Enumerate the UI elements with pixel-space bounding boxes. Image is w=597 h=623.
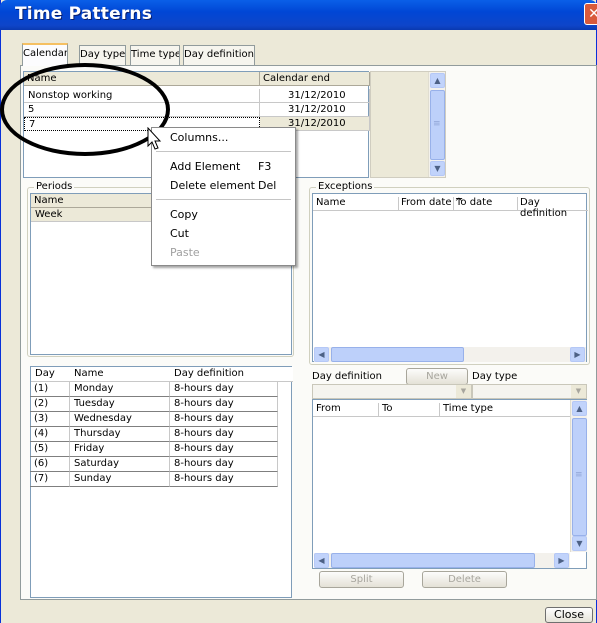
day-row-index[interactable]: (1): [30, 382, 70, 397]
day-row-name[interactable]: Wednesday: [70, 412, 170, 427]
calendar-row-end[interactable]: 31/12/2010: [260, 103, 370, 117]
new-button[interactable]: New: [406, 368, 468, 385]
scroll-right-icon[interactable]: ▶: [554, 553, 569, 568]
scroll-up-icon[interactable]: ▲: [572, 401, 587, 416]
day-row-definition[interactable]: 8-hours day: [170, 457, 278, 472]
menu-item-columns-label: Columns...: [170, 131, 229, 144]
column-header-calendar-end[interactable]: Calendar end: [260, 72, 370, 86]
menu-item-add-element[interactable]: Add Element F3: [152, 157, 295, 176]
menu-item-add-shortcut: F3: [258, 160, 272, 173]
scroll-right-icon[interactable]: ▶: [570, 347, 585, 362]
day-row-index[interactable]: (6): [30, 457, 70, 472]
close-button[interactable]: Close: [545, 607, 593, 623]
time-intervals-table[interactable]: From To Time type ▲ ≡ ▼ ◀ ▶: [312, 399, 587, 569]
chevron-down-icon[interactable]: ▼: [456, 385, 471, 398]
day-row-definition[interactable]: 8-hours day: [170, 472, 278, 487]
menu-item-paste[interactable]: Paste: [152, 243, 295, 262]
grip-icon: ≡: [433, 119, 441, 129]
exceptions-horizontal-scrollbar[interactable]: ◀ ▶: [314, 347, 586, 362]
menu-item-copy-label: Copy: [170, 208, 198, 221]
day-row-index[interactable]: (4): [30, 427, 70, 442]
menu-item-add-label: Add Element: [170, 160, 241, 173]
periods-group-title: Periods: [34, 181, 75, 192]
scroll-left-icon[interactable]: ◀: [314, 347, 329, 362]
day-row-definition[interactable]: 8-hours day: [170, 427, 278, 442]
column-header-time-type[interactable]: Time type: [439, 403, 493, 417]
mouse-pointer-icon: [147, 127, 162, 150]
window-title: Time Patterns: [15, 4, 153, 24]
day-row-name[interactable]: Saturday: [70, 457, 170, 472]
column-header-exception-day-definition[interactable]: Day definition: [517, 197, 586, 219]
day-row-name[interactable]: Thursday: [70, 427, 170, 442]
scroll-left-icon[interactable]: ◀: [314, 553, 329, 568]
calendar-row-end[interactable]: 31/12/2010: [260, 89, 370, 103]
menu-item-copy[interactable]: Copy: [152, 205, 295, 224]
day-row-definition[interactable]: 8-hours day: [170, 412, 278, 427]
exceptions-group-title: Exceptions: [316, 181, 375, 192]
context-menu: Columns... Add Element F3 Delete element D…: [151, 127, 296, 266]
day-row-name[interactable]: Friday: [70, 442, 170, 457]
day-row-name[interactable]: Monday: [70, 382, 170, 397]
menu-separator: [156, 151, 291, 152]
day-row-definition[interactable]: 8-hours day: [170, 382, 278, 397]
tab-calendars[interactable]: Calendars: [22, 43, 68, 66]
column-header-to-date[interactable]: To date: [453, 197, 492, 211]
menu-item-paste-label: Paste: [170, 246, 200, 259]
tab-time-type[interactable]: Time type: [130, 45, 180, 65]
scroll-down-icon[interactable]: ▼: [572, 536, 587, 551]
day-row-definition[interactable]: 8-hours day: [170, 397, 278, 412]
menu-separator: [156, 199, 291, 200]
scroll-down-icon[interactable]: ▼: [430, 161, 445, 176]
time-intervals-vertical-scrollbar[interactable]: ▲ ≡ ▼: [570, 400, 587, 552]
menu-item-delete-element[interactable]: Delete element Del: [152, 176, 295, 195]
column-header-to[interactable]: To: [378, 403, 393, 417]
calendars-vertical-scrollbar[interactable]: ▲ ≡ ▼: [428, 72, 445, 177]
tab-day-definitions[interactable]: Day definitions: [183, 45, 255, 65]
chevron-down-icon[interactable]: ▼: [571, 385, 586, 398]
column-header-day-definition[interactable]: Day definition: [174, 368, 244, 379]
column-header-day[interactable]: Day: [35, 368, 55, 379]
exceptions-table[interactable]: Name From date ^ To date Day definition …: [312, 193, 588, 362]
day-type-select[interactable]: ▼: [472, 384, 587, 399]
day-definition-label: Day definition: [312, 371, 382, 382]
day-row-index[interactable]: (2): [30, 397, 70, 412]
scroll-thumb[interactable]: [331, 347, 464, 362]
day-row-name[interactable]: Tuesday: [70, 397, 170, 412]
days-header: [31, 367, 293, 382]
delete-button[interactable]: Delete: [422, 571, 507, 588]
menu-item-delete-label: Delete element: [170, 179, 255, 192]
day-row-index[interactable]: (3): [30, 412, 70, 427]
close-window-icon[interactable]: ✕: [584, 3, 597, 25]
day-row-name[interactable]: Sunday: [70, 472, 170, 487]
menu-item-delete-shortcut: Del: [258, 179, 277, 192]
day-row-definition[interactable]: 8-hours day: [170, 442, 278, 457]
day-definition-select[interactable]: ▼: [312, 384, 472, 399]
grip-icon: ≡: [575, 470, 583, 480]
scroll-thumb[interactable]: [331, 553, 535, 568]
highlight-circle-annotation: [0, 63, 170, 156]
scroll-up-icon[interactable]: ▲: [430, 73, 445, 88]
split-button[interactable]: Split: [319, 571, 404, 588]
column-header-day-name[interactable]: Name: [74, 368, 104, 379]
menu-item-cut[interactable]: Cut: [152, 224, 295, 243]
day-row-index[interactable]: (7): [30, 472, 70, 487]
column-header-from[interactable]: From: [316, 403, 341, 414]
menu-item-cut-label: Cut: [170, 227, 189, 240]
time-intervals-horizontal-scrollbar[interactable]: ◀ ▶: [314, 553, 570, 568]
day-row-index[interactable]: (5): [30, 442, 70, 457]
day-type-label: Day type: [472, 371, 518, 382]
column-header-exception-name[interactable]: Name: [316, 197, 346, 208]
tab-day-type[interactable]: Day type: [79, 45, 126, 65]
menu-item-columns[interactable]: Columns...: [152, 128, 295, 147]
